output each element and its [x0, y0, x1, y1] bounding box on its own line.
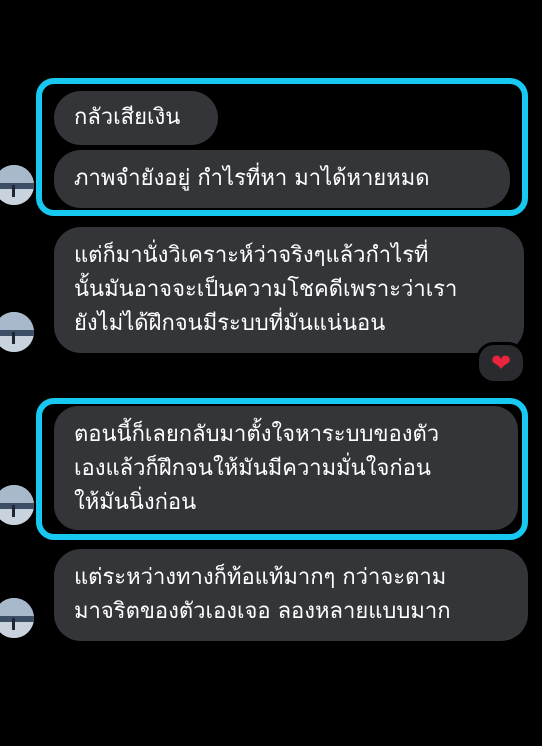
- avatar[interactable]: [0, 598, 34, 638]
- avatar[interactable]: [0, 165, 34, 205]
- message-bubble-2[interactable]: ภาพจำยังอยู่ กำไรที่หา มาได้หายหมด: [54, 150, 510, 208]
- avatar-photo-icon: [0, 312, 34, 352]
- message-bubble-5[interactable]: แต่ระหว่างทางก็ท้อแท้มากๆ กว่าจะตาม มาจร…: [54, 549, 528, 641]
- avatar[interactable]: [0, 312, 34, 352]
- heart-icon: ❤: [490, 349, 512, 377]
- avatar[interactable]: [0, 485, 34, 525]
- message-text-line: ให้มันนิ่งก่อน: [74, 490, 197, 515]
- heart-reaction[interactable]: ❤: [476, 342, 526, 384]
- message-text: กลัวเสียเงิน: [74, 105, 181, 130]
- message-text-line: ตอนนี้ก็เลยกลับมาตั้งใจหาระบบของตัว: [74, 422, 440, 447]
- avatar-photo-icon: [0, 598, 34, 638]
- message-text: ภาพจำยังอยู่ กำไรที่หา มาได้หายหมด: [74, 166, 430, 191]
- message-text-line: ยังไม่ได้ฝึกจนมีระบบที่มันแน่นอน: [74, 311, 386, 336]
- message-bubble-3[interactable]: แต่ก็มานั่งวิเคราะห์ว่าจริงๆแล้วกำไรที่ …: [54, 227, 524, 353]
- message-bubble-1[interactable]: กลัวเสียเงิน: [54, 91, 218, 145]
- avatar-photo-icon: [0, 165, 34, 205]
- message-text-line: แต่ก็มานั่งวิเคราะห์ว่าจริงๆแล้วกำไรที่: [74, 243, 429, 268]
- message-text-line: มาจริตของตัวเองเจอ ลองหลายแบบมาก: [74, 599, 451, 624]
- message-text-line: เองแล้วก็ฝึกจนให้มันมีความมั่นใจก่อน: [74, 456, 431, 481]
- message-text-line: นั้นมันอาจจะเป็นความโชคดีเพราะว่าเรา: [74, 277, 458, 302]
- avatar-photo-icon: [0, 485, 34, 525]
- message-text-line: แต่ระหว่างทางก็ท้อแท้มากๆ กว่าจะตาม: [74, 565, 447, 590]
- message-bubble-4[interactable]: ตอนนี้ก็เลยกลับมาตั้งใจหาระบบของตัว เองแ…: [54, 406, 518, 530]
